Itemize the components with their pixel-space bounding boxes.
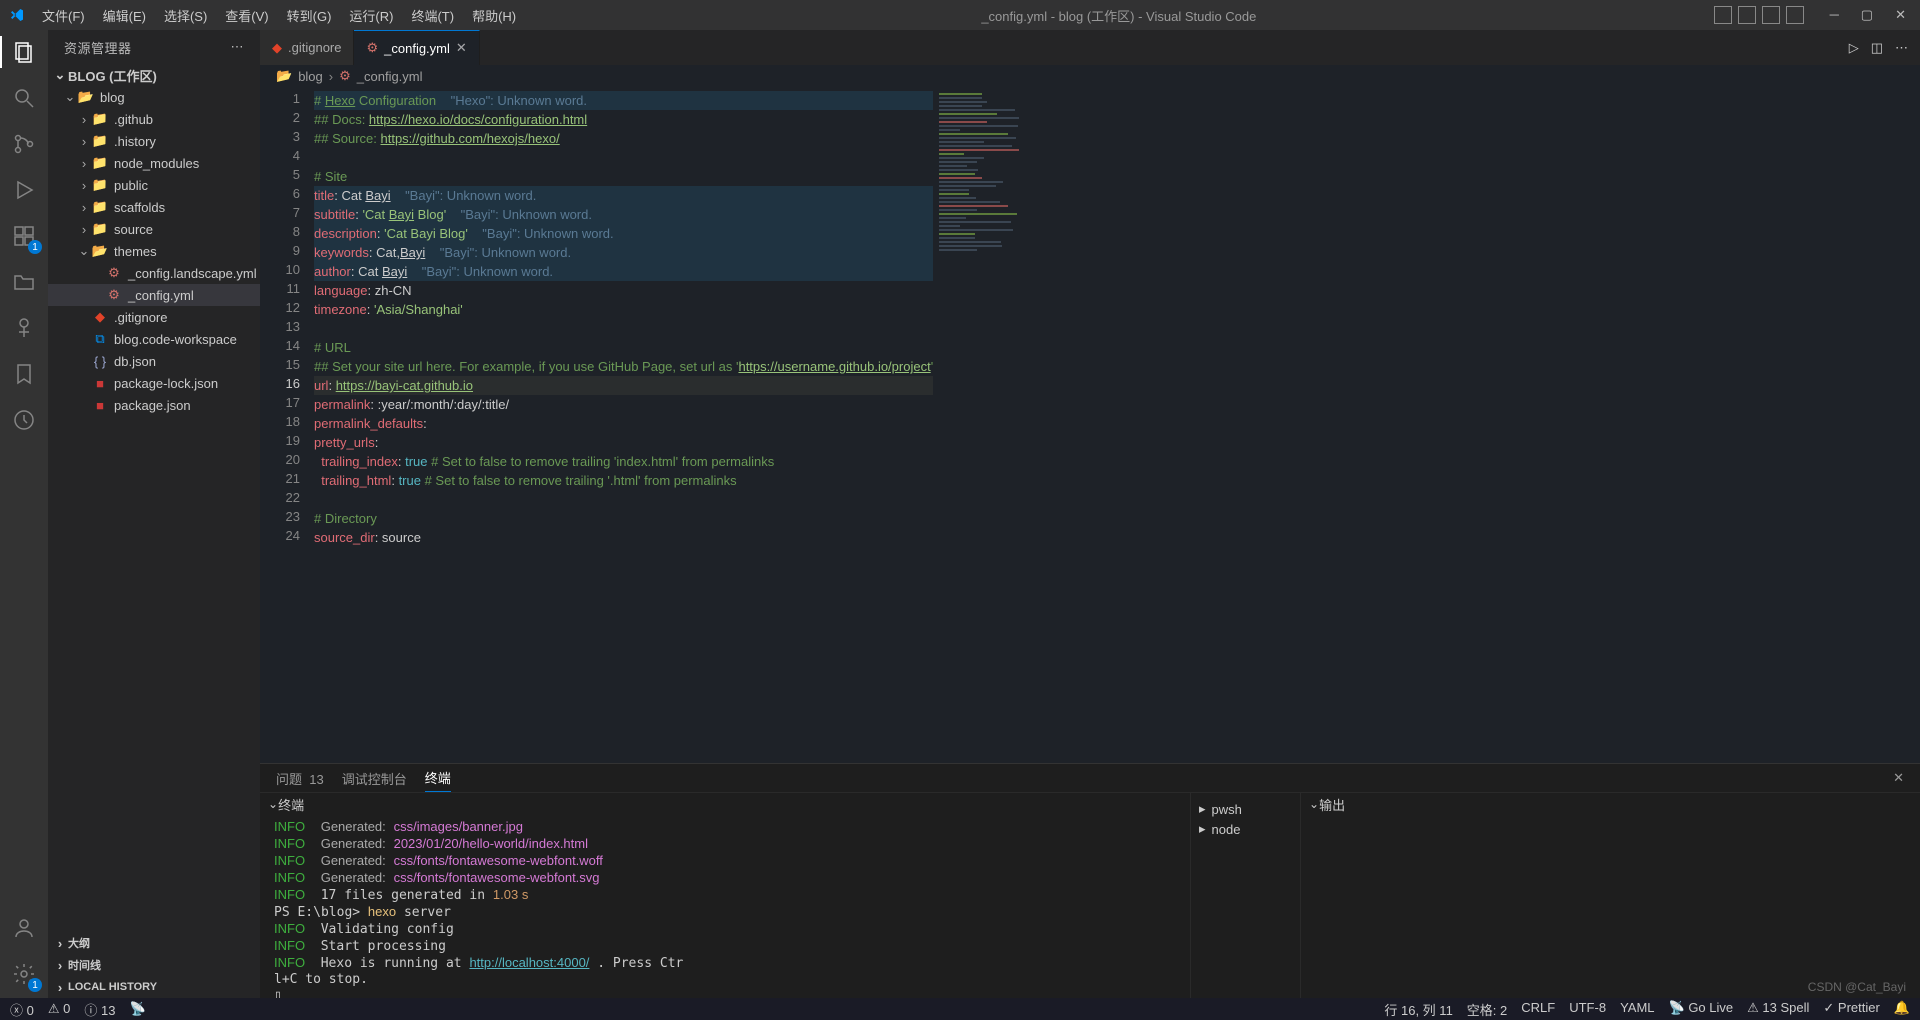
layout-icon[interactable] <box>1738 6 1756 24</box>
code-editor[interactable]: 123456789101112131415161718192021222324 … <box>260 87 1920 763</box>
menu-item[interactable]: 帮助(H) <box>464 2 524 29</box>
editor-tab[interactable]: ◆.gitignore <box>260 30 354 65</box>
panel-close-icon[interactable]: ✕ <box>1893 766 1904 790</box>
settings-gear-icon[interactable]: 1 <box>10 960 38 988</box>
panel-tab-debug-console[interactable]: 调试控制台 <box>342 765 407 792</box>
menu-item[interactable]: 选择(S) <box>156 2 215 29</box>
sidebar: 资源管理器 ⋯ ⌄BLOG (工作区) ⌄📂blog›📁.github›📁.hi… <box>48 30 260 998</box>
tree-folder[interactable]: ⌄📂themes <box>48 240 260 262</box>
sidebar-section[interactable]: ›大纲 <box>48 932 260 954</box>
sidebar-title: 资源管理器 ⋯ <box>48 30 260 64</box>
tree-file[interactable]: ⧉blog.code-workspace <box>48 328 260 350</box>
activity-bar: 1 1 <box>0 30 48 998</box>
status-spell[interactable]: ⚠ 13 Spell <box>1747 1000 1809 1019</box>
maximize-button[interactable]: ▢ <box>1855 7 1879 23</box>
status-go-live[interactable]: 📡 Go Live <box>1669 1000 1734 1019</box>
menu-item[interactable]: 运行(R) <box>341 2 401 29</box>
terminal-list: ▸pwsh▸node <box>1190 793 1300 998</box>
tree-folder[interactable]: ›📁.history <box>48 130 260 152</box>
run-debug-icon[interactable] <box>10 176 38 204</box>
source-control-icon[interactable] <box>10 130 38 158</box>
menu-item[interactable]: 查看(V) <box>217 2 276 29</box>
title-bar: 文件(F)编辑(E)选择(S)查看(V)转到(G)运行(R)终端(T)帮助(H)… <box>0 0 1920 30</box>
bottom-panel: 问题 13 调试控制台 终端 ✕ ⌄ 终端 INFO Generated: cs… <box>260 763 1920 998</box>
status-radio-icon[interactable]: 📡 <box>129 1001 145 1017</box>
layout-icon[interactable] <box>1762 6 1780 24</box>
run-icon[interactable]: ▷ <box>1849 40 1859 56</box>
file-tree: ⌄📂blog›📁.github›📁.history›📁node_modules›… <box>48 86 260 932</box>
status-info[interactable]: ⓘ 13 <box>84 1000 115 1019</box>
tree-folder[interactable]: ⌄📂blog <box>48 86 260 108</box>
tree-file[interactable]: ■package.json <box>48 394 260 416</box>
status-eol[interactable]: CRLF <box>1521 1000 1555 1019</box>
sidebar-section[interactable]: ›时间线 <box>48 954 260 976</box>
status-indent[interactable]: 空格: 2 <box>1467 1000 1507 1019</box>
layout-icon[interactable] <box>1786 6 1804 24</box>
workspace-header[interactable]: ⌄BLOG (工作区) <box>48 64 260 86</box>
layout-controls[interactable] <box>1714 6 1804 24</box>
terminal-shell[interactable]: ▸node <box>1199 819 1292 839</box>
status-encoding[interactable]: UTF-8 <box>1569 1000 1606 1019</box>
bookmark-icon[interactable] <box>10 360 38 388</box>
panel-tab-terminal[interactable]: 终端 <box>425 764 451 792</box>
status-cursor-pos[interactable]: 行 16, 列 11 <box>1384 1000 1452 1019</box>
badge: 1 <box>28 240 42 254</box>
panel-tab-problems[interactable]: 问题 13 <box>276 765 324 792</box>
vscode-logo-icon <box>8 6 26 24</box>
minimize-button[interactable]: ─ <box>1824 7 1845 23</box>
menu-item[interactable]: 终端(T) <box>403 2 462 29</box>
badge: 1 <box>28 978 42 992</box>
tree-folder[interactable]: ›📁source <box>48 218 260 240</box>
menu-bar: 文件(F)编辑(E)选择(S)查看(V)转到(G)运行(R)终端(T)帮助(H) <box>34 2 524 29</box>
watermark: CSDN @Cat_Bayi <box>1808 980 1906 994</box>
tree-folder[interactable]: ›📁public <box>48 174 260 196</box>
window-title: _config.yml - blog (工作区) - Visual Studio… <box>524 6 1713 25</box>
output-group-header[interactable]: ⌄ 输出 <box>1301 793 1920 815</box>
tree-folder[interactable]: ›📁scaffolds <box>48 196 260 218</box>
tree-file[interactable]: ⚙_config.landscape.yml <box>48 262 260 284</box>
account-icon[interactable] <box>10 914 38 942</box>
more-icon[interactable]: ⋯ <box>231 39 245 55</box>
terminal-group-header[interactable]: ⌄ 终端 <box>260 793 1190 815</box>
status-prettier[interactable]: ✓ Prettier <box>1823 1000 1879 1019</box>
tree-folder[interactable]: ›📁node_modules <box>48 152 260 174</box>
timeline-icon[interactable] <box>10 406 38 434</box>
extensions-icon[interactable]: 1 <box>10 222 38 250</box>
minimap[interactable] <box>933 87 1033 763</box>
tree-file[interactable]: { }db.json <box>48 350 260 372</box>
status-warnings[interactable]: ⚠ 0 <box>48 1001 71 1017</box>
sidebar-section[interactable]: ›LOCAL HISTORY <box>48 976 260 998</box>
terminal[interactable]: INFO Generated: css/images/banner.jpg IN… <box>260 815 1190 998</box>
menu-item[interactable]: 编辑(E) <box>95 2 154 29</box>
status-language[interactable]: YAML <box>1620 1000 1654 1019</box>
terminal-shell[interactable]: ▸pwsh <box>1199 799 1292 819</box>
editor-tabs: ◆.gitignore⚙_config.yml✕ ▷ ◫ ⋯ <box>260 30 1920 65</box>
tree-file[interactable]: ◆.gitignore <box>48 306 260 328</box>
menu-item[interactable]: 文件(F) <box>34 2 93 29</box>
editor-area: ◆.gitignore⚙_config.yml✕ ▷ ◫ ⋯ 📂 blog › … <box>260 30 1920 998</box>
status-bar: ⓧ 0 ⚠ 0 ⓘ 13 📡 行 16, 列 11 空格: 2 CRLF UTF… <box>0 998 1920 1020</box>
more-icon[interactable]: ⋯ <box>1895 40 1908 56</box>
status-bell-icon[interactable]: 🔔 <box>1894 1000 1910 1019</box>
tree-file[interactable]: ⚙_config.yml <box>48 284 260 306</box>
tree-file[interactable]: ■package-lock.json <box>48 372 260 394</box>
tree-folder[interactable]: ›📁.github <box>48 108 260 130</box>
close-button[interactable]: ✕ <box>1889 7 1912 23</box>
split-editor-icon[interactable]: ◫ <box>1871 40 1883 56</box>
search-icon[interactable] <box>10 84 38 112</box>
editor-tab[interactable]: ⚙_config.yml✕ <box>354 30 479 65</box>
close-icon[interactable]: ✕ <box>456 40 467 56</box>
layout-icon[interactable] <box>1714 6 1732 24</box>
breadcrumb[interactable]: 📂 blog › ⚙ _config.yml <box>260 65 1920 87</box>
menu-item[interactable]: 转到(G) <box>279 2 340 29</box>
status-errors[interactable]: ⓧ 0 <box>10 1000 34 1019</box>
gitlens-icon[interactable] <box>10 314 38 342</box>
explorer-icon[interactable] <box>10 38 38 66</box>
folder-icon[interactable] <box>10 268 38 296</box>
